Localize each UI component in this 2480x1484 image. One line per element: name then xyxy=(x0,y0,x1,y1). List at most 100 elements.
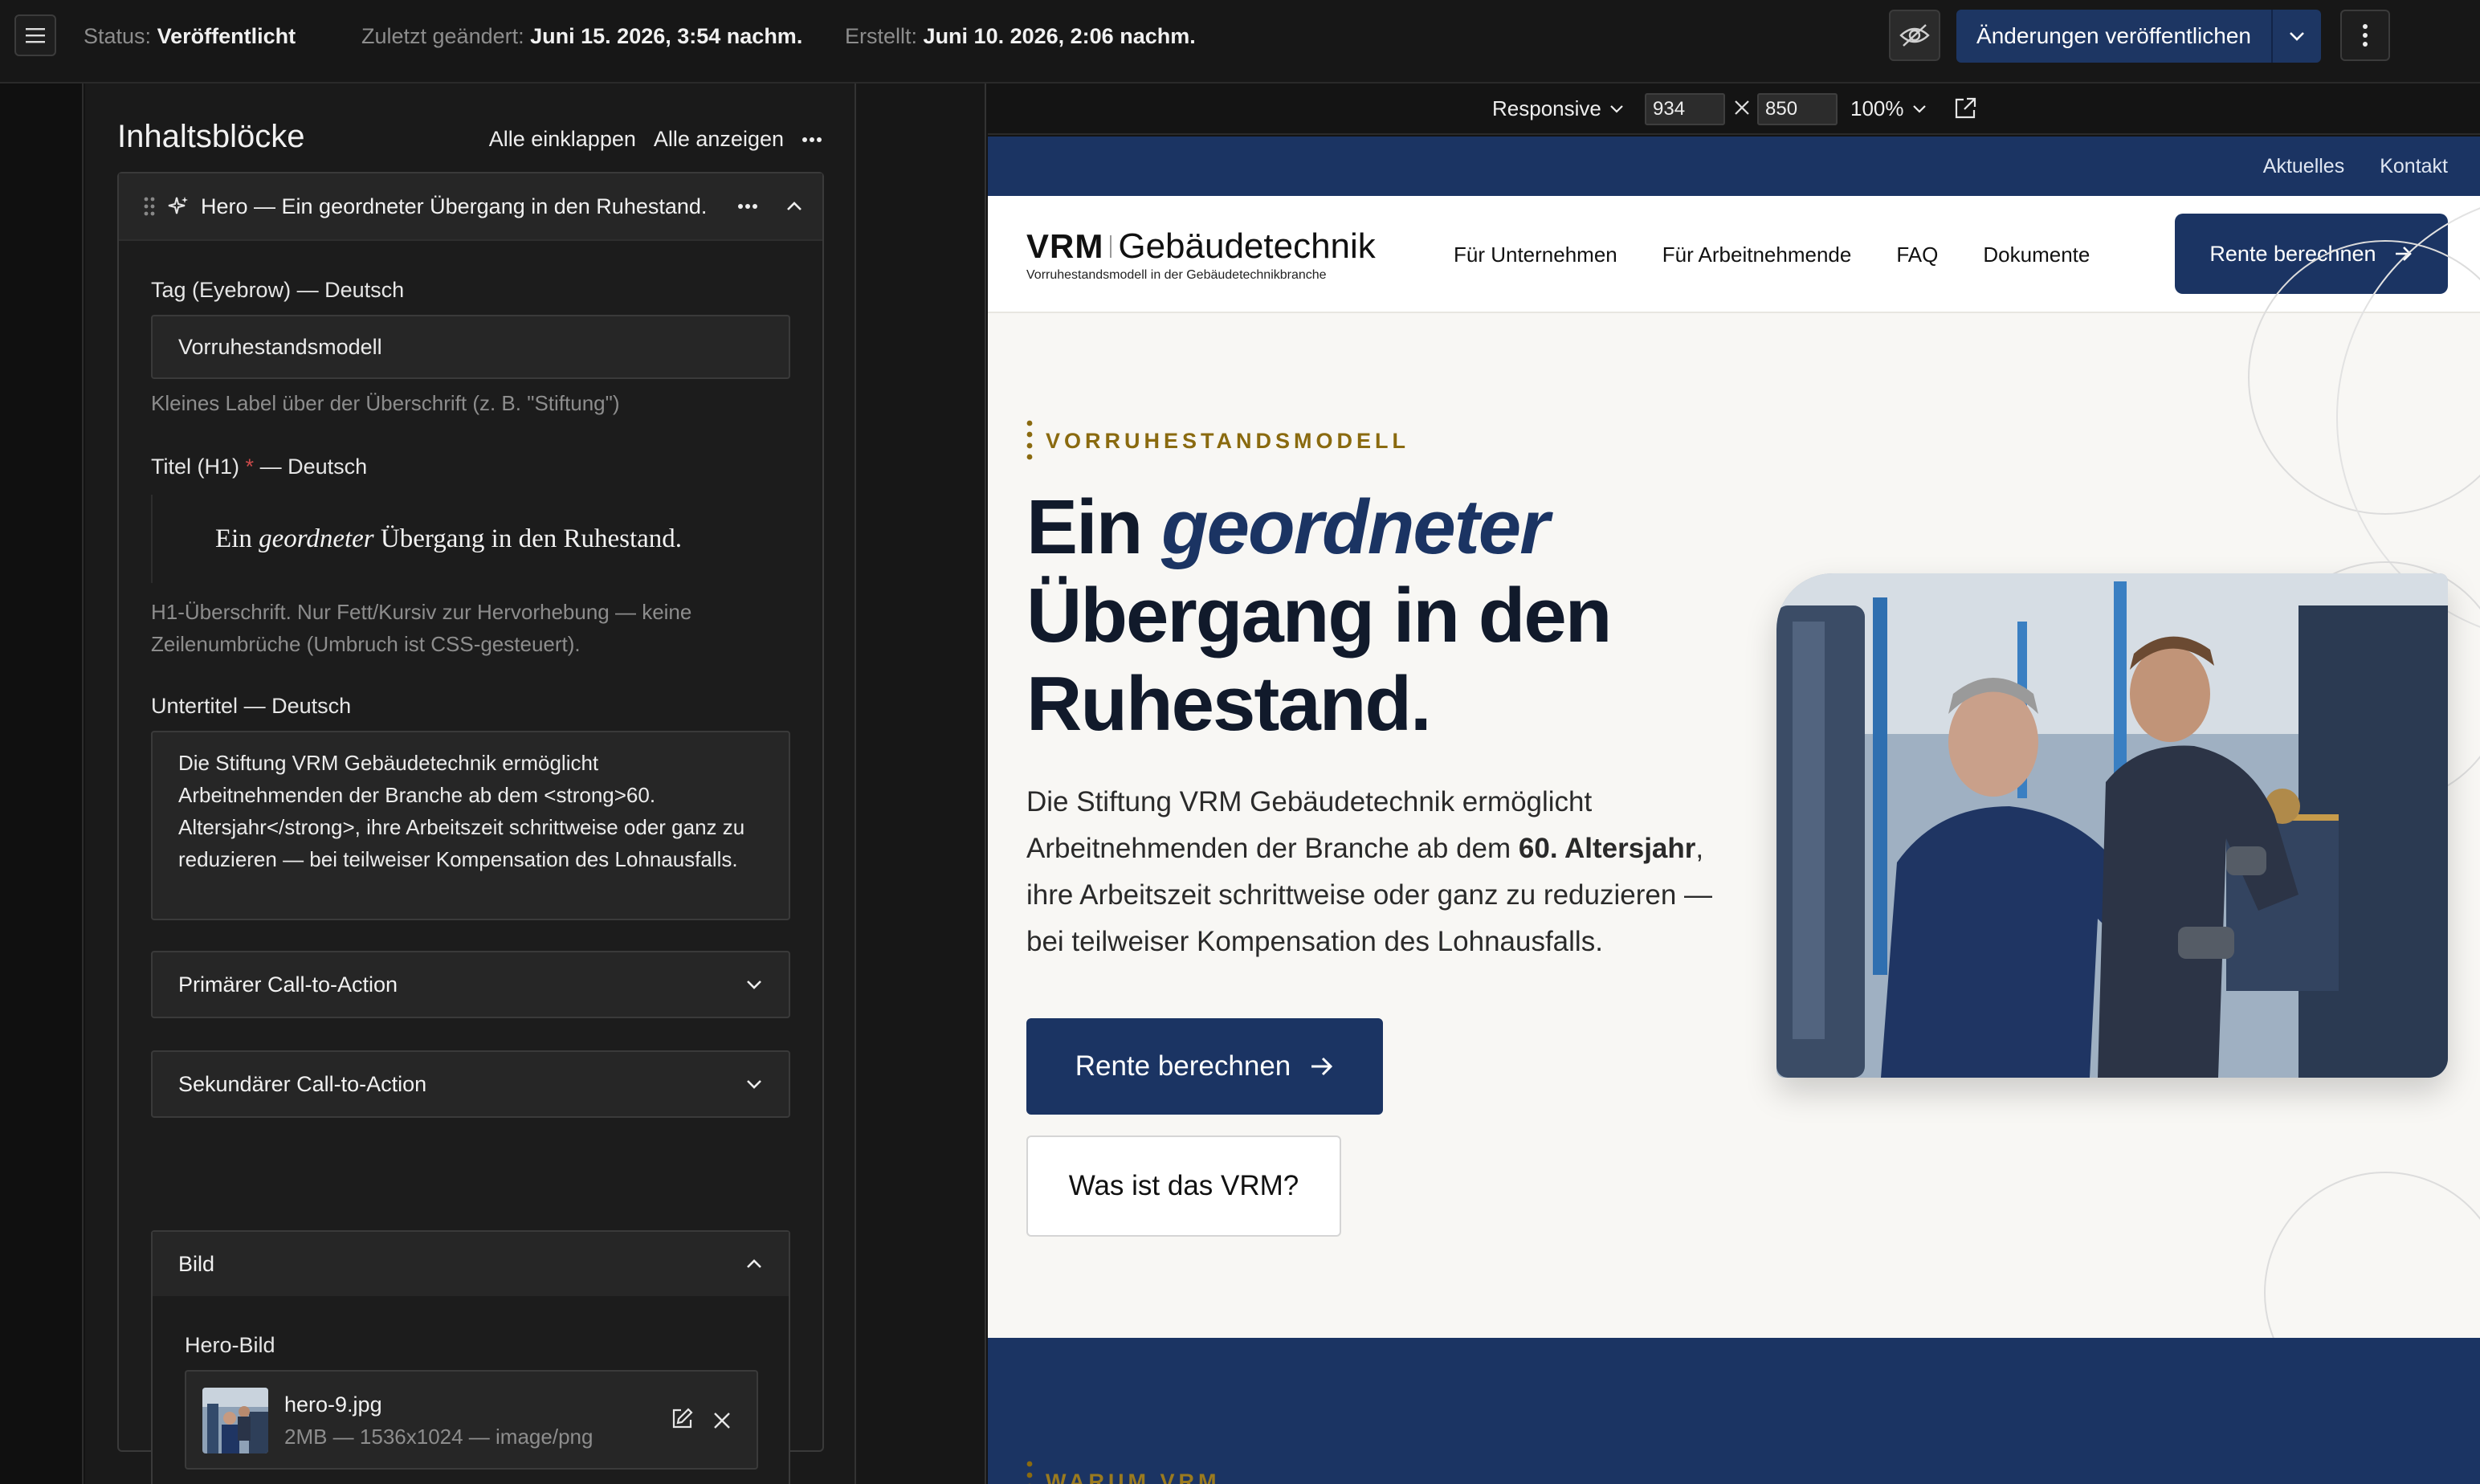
chevron-down-icon xyxy=(745,979,763,990)
hero-block-header[interactable]: Hero — Ein geordneter Übergang in den Ru… xyxy=(119,173,822,241)
publish-button-group: Änderungen veröffentlichen xyxy=(1956,10,2321,63)
hero-block: Hero — Ein geordneter Übergang in den Ru… xyxy=(117,172,824,1484)
editor-more-button[interactable] xyxy=(802,137,822,143)
image-section: Bild Hero-Bild hero-9.jpg 2MB — 1536x102… xyxy=(151,1230,790,1484)
left-gutter xyxy=(0,84,84,1484)
zoom-select[interactable]: 100% xyxy=(1850,96,1927,121)
hero-eyebrow: VORRUHESTANDSMODELL xyxy=(1026,419,1409,463)
hero-block-title: Hero — Ein geordneter Übergang in den Ru… xyxy=(201,194,708,218)
file-name: hero-9.jpg xyxy=(284,1392,382,1417)
title-text-post: Übergang in den Ruhestand. xyxy=(373,524,683,553)
eyebrow-field-label: Tag (Eyebrow) — Deutsch xyxy=(151,278,404,303)
publish-dropdown-button[interactable] xyxy=(2273,10,2321,63)
hero-primary-cta[interactable]: Rente berechnen xyxy=(1026,1018,1383,1115)
secondary-cta-label: Sekundärer Call-to-Action xyxy=(178,1071,427,1096)
viewport-width-input[interactable]: 934 xyxy=(1645,93,1725,125)
eyebrow-dots-icon xyxy=(1026,1460,1033,1484)
eyebrow-text: VORRUHESTANDSMODELL xyxy=(1046,428,1410,453)
ellipsis-icon xyxy=(802,137,822,143)
open-external-button[interactable] xyxy=(1953,96,1977,120)
hero-image-file: hero-9.jpg 2MB — 1536x1024 — image/png xyxy=(185,1370,758,1470)
cms-app: Status: Veröffentlicht Zuletzt geändert:… xyxy=(0,0,2480,1484)
preview-toolbar: Responsive 934 850 100% xyxy=(988,84,2480,135)
more-actions-button[interactable] xyxy=(2340,10,2390,61)
viewport-mode-value: Responsive xyxy=(1492,96,1601,120)
remove-image-button[interactable] xyxy=(712,1407,732,1431)
editor-title: Inhaltsblöcke xyxy=(117,119,305,154)
sparkle-icon xyxy=(167,195,190,218)
title-text-pre: Ein xyxy=(215,524,252,553)
chevron-down-icon xyxy=(745,1078,763,1090)
status-label: Status: xyxy=(84,24,152,48)
created-value: Juni 10. 2026, 2:06 nachm. xyxy=(923,24,1196,48)
image-section-label: Bild xyxy=(178,1251,215,1276)
secondary-cta-collapsible[interactable]: Sekundärer Call-to-Action xyxy=(151,1050,790,1118)
chevron-up-icon xyxy=(785,201,803,212)
modified-meta: Zuletzt geändert: Juni 15. 2026, 3:54 na… xyxy=(361,24,802,49)
hero-primary-cta-label: Rente berechnen xyxy=(1075,1050,1291,1082)
modified-value: Juni 15. 2026, 3:54 nachm. xyxy=(530,24,803,48)
title-lang: — Deutsch xyxy=(259,455,368,479)
hero-subtitle: Die Stiftung VRM Gebäudetechnik ermöglic… xyxy=(1026,779,1717,965)
chevron-down-icon xyxy=(2288,31,2306,42)
viewport-mode-select[interactable]: Responsive xyxy=(1492,96,1624,121)
eyebrow-input[interactable]: Vorruhestandsmodell xyxy=(151,315,790,379)
status-value: Veröffentlicht xyxy=(157,24,296,48)
hero-heading-highlight: geordneter xyxy=(1161,484,1549,570)
primary-cta-label: Primärer Call-to-Action xyxy=(178,972,398,997)
subtitle-label-text: Untertitel xyxy=(151,694,239,718)
chevron-down-icon xyxy=(1912,104,1927,114)
menu-icon xyxy=(25,26,46,44)
hero-image xyxy=(1776,573,2448,1078)
file-actions xyxy=(670,1407,732,1431)
primary-cta-collapsible[interactable]: Primärer Call-to-Action xyxy=(151,951,790,1018)
collapse-all-button[interactable]: Alle einklappen xyxy=(489,127,636,152)
why-vrm-section: WARUM VRM xyxy=(988,1338,2480,1484)
hero-secondary-cta[interactable]: Was ist das VRM? xyxy=(1026,1135,1341,1237)
created-meta: Erstellt: Juni 10. 2026, 2:06 nachm. xyxy=(845,24,1196,49)
dimension-times-icon xyxy=(1733,98,1751,117)
drag-handle-icon[interactable] xyxy=(143,196,156,217)
title-hint: H1-Überschrift. Nur Fett/Kursiv zur Herv… xyxy=(151,600,692,656)
kebab-icon xyxy=(2362,23,2368,47)
title-text-italic: geordneter xyxy=(259,524,374,553)
hero-image-thumbnail[interactable] xyxy=(202,1388,268,1453)
viewport-height-input[interactable]: 850 xyxy=(1757,93,1838,125)
chevron-down-icon xyxy=(1609,104,1624,114)
block-collapse-button[interactable] xyxy=(785,201,803,212)
middle-gutter xyxy=(856,84,986,1484)
subtitle-textarea[interactable]: Die Stiftung VRM Gebäudetechnik ermöglic… xyxy=(151,731,790,920)
edit-icon xyxy=(670,1407,694,1431)
why-vrm-eyebrow-text: WARUM VRM xyxy=(1046,1469,1221,1484)
required-marker: * xyxy=(245,455,255,479)
created-label: Erstellt: xyxy=(845,24,918,48)
file-meta: 2MB — 1536x1024 — image/png xyxy=(284,1425,593,1449)
show-all-button[interactable]: Alle anzeigen xyxy=(654,127,784,152)
editor-actions: Alle einklappen Alle anzeigen xyxy=(489,127,822,152)
content-editor-panel: Inhaltsblöcke Alle einklappen Alle anzei… xyxy=(85,84,856,1484)
eyebrow-lang: — Deutsch xyxy=(296,278,405,302)
subtitle-field-label: Untertitel — Deutsch xyxy=(151,694,351,719)
hero-subtitle-pre: Die Stiftung VRM Gebäudetechnik ermöglic… xyxy=(1026,786,1593,864)
ellipsis-icon xyxy=(737,203,758,210)
publish-button[interactable]: Änderungen veröffentlichen xyxy=(1956,10,2271,63)
eyebrow-label-text: Tag (Eyebrow) xyxy=(151,278,292,302)
preview-visibility-button[interactable] xyxy=(1889,10,1940,61)
edit-image-button[interactable] xyxy=(670,1407,694,1431)
why-vrm-eyebrow: WARUM VRM xyxy=(1026,1460,1220,1484)
image-section-header[interactable]: Bild xyxy=(153,1232,789,1296)
chevron-up-icon xyxy=(745,1258,763,1270)
hero-heading-post: Übergang in den Ruhestand. xyxy=(1026,573,1612,747)
hero-image-label: Hero-Bild xyxy=(185,1333,275,1357)
title-richtext-editor[interactable]: Ein geordneter Übergang in den Ruhestand… xyxy=(151,495,790,583)
website-preview: Aktuelles Kontakt VRM Gebäudetechnik Vorr… xyxy=(988,137,2480,1484)
close-icon xyxy=(712,1407,732,1431)
title-label-text: Titel (H1) xyxy=(151,455,240,479)
status-meta: Status: Veröffentlicht xyxy=(84,24,296,49)
external-link-icon xyxy=(1953,96,1977,120)
modified-label: Zuletzt geändert: xyxy=(361,24,524,48)
hero-heading-pre: Ein xyxy=(1026,484,1162,570)
block-more-button[interactable] xyxy=(737,203,758,210)
top-bar: Status: Veröffentlicht Zuletzt geändert:… xyxy=(0,0,2480,84)
menu-button[interactable] xyxy=(14,14,56,56)
